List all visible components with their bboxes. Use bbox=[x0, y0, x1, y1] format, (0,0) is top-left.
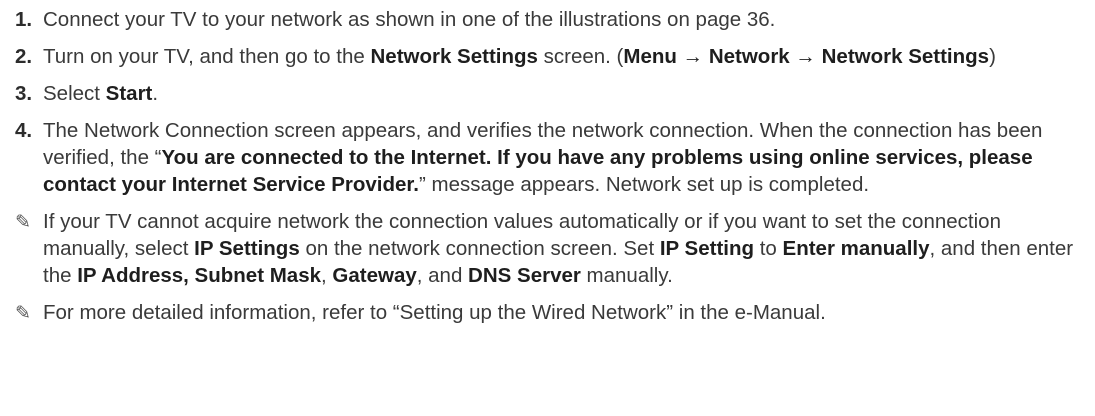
text-segment: on the network connection screen. Set bbox=[299, 237, 660, 260]
bold-term: Menu bbox=[623, 45, 677, 68]
note-item: ✎ If your TV cannot acquire network the c… bbox=[15, 208, 1095, 289]
text-segment: , and bbox=[416, 264, 469, 287]
step-item: 2. Turn on your TV, and then go to the Ne… bbox=[15, 43, 1095, 70]
bold-term: Enter manually bbox=[782, 237, 930, 260]
step-number: 4. bbox=[15, 119, 33, 142]
text-segment: Select bbox=[43, 82, 106, 105]
step-text: Turn on your TV, and then go to the Netw… bbox=[43, 43, 1095, 70]
text-segment: to bbox=[754, 237, 783, 260]
text-segment: screen. ( bbox=[537, 45, 624, 68]
bold-term: → bbox=[789, 45, 822, 68]
text-segment: For more detailed information, refer to … bbox=[43, 301, 826, 324]
bold-term: Start bbox=[105, 82, 153, 105]
step-item: 3. Select Start. bbox=[15, 80, 1095, 107]
step-item: 1. Connect your TV to your network as sho… bbox=[15, 6, 1095, 33]
notes-list: ✎ If your TV cannot acquire network the c… bbox=[15, 208, 1095, 327]
pencil-note-icon: ✎ bbox=[15, 303, 31, 324]
text-segment: manually. bbox=[580, 264, 673, 287]
text-segment: Turn on your TV, and then go to the bbox=[43, 45, 371, 68]
bold-term: → bbox=[676, 45, 709, 68]
note-item: ✎ For more detailed information, refer to… bbox=[15, 299, 1095, 327]
step-text: Connect your TV to your network as shown… bbox=[43, 6, 1095, 33]
step-number: 1. bbox=[15, 8, 33, 31]
note-text: If your TV cannot acquire network the co… bbox=[43, 208, 1095, 289]
step-text: Select Start. bbox=[43, 80, 1095, 107]
bold-term: Network Settings bbox=[821, 45, 990, 68]
step-number: 2. bbox=[15, 45, 33, 68]
bold-term: Network bbox=[708, 45, 790, 68]
bold-term: Gateway bbox=[332, 264, 417, 287]
note-text: For more detailed information, refer to … bbox=[43, 299, 1095, 326]
bold-term: IP Setting bbox=[659, 237, 755, 260]
bold-term: IP Address, Subnet Mask bbox=[77, 264, 322, 287]
text-segment: . bbox=[152, 82, 159, 105]
step-text: The Network Connection screen appears, a… bbox=[43, 117, 1095, 198]
text-segment: Connect your TV to your network as shown… bbox=[43, 8, 776, 31]
pencil-note-icon: ✎ bbox=[15, 212, 31, 233]
bold-term: Network Settings bbox=[370, 45, 538, 68]
steps-list: 1. Connect your TV to your network as sho… bbox=[15, 6, 1095, 198]
text-segment: ) bbox=[989, 45, 996, 68]
step-number: 3. bbox=[15, 82, 33, 105]
instructions-page: 1. Connect your TV to your network as sho… bbox=[0, 0, 1095, 416]
step-item: 4. The Network Connection screen appears,… bbox=[15, 117, 1095, 198]
bold-term: IP Settings bbox=[194, 237, 300, 260]
text-segment: ” message appears. Network set up is com… bbox=[418, 173, 870, 196]
bold-term: DNS Server bbox=[468, 264, 581, 287]
text-segment: , bbox=[321, 264, 333, 287]
